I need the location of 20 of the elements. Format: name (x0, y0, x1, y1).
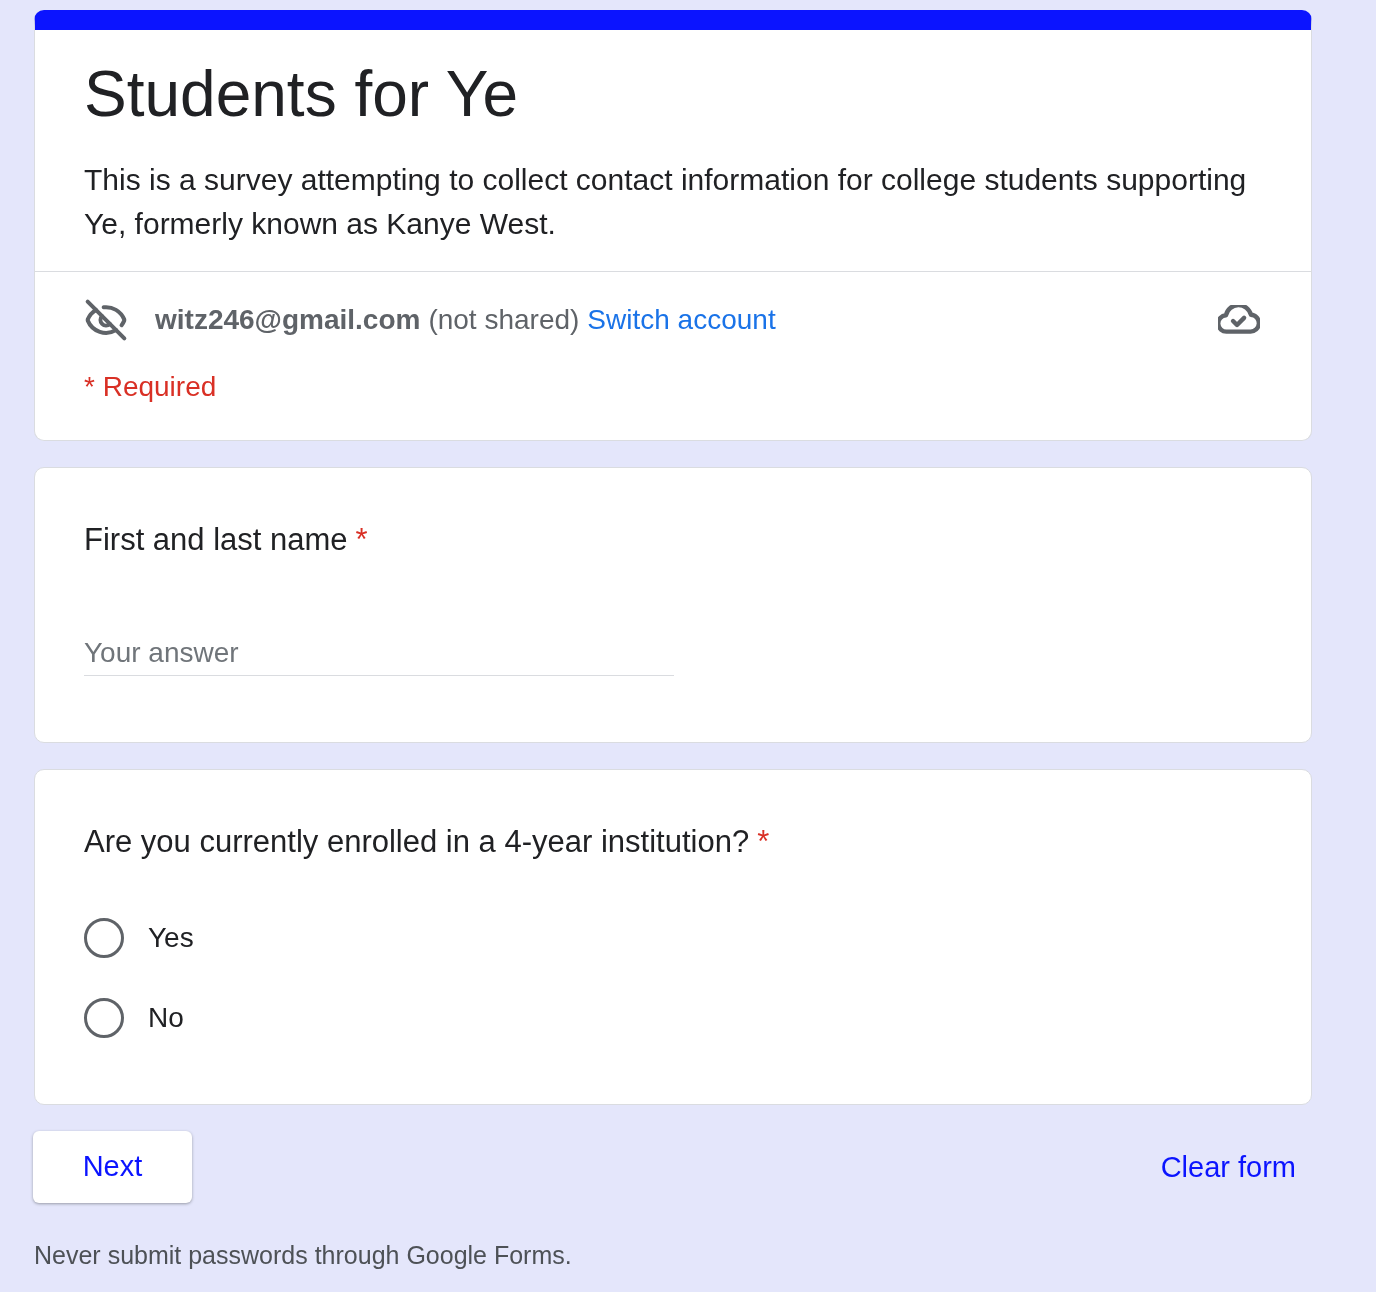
radio-button[interactable] (84, 918, 124, 958)
cloud-check-icon (1218, 305, 1260, 335)
required-asterisk: * (355, 522, 368, 558)
switch-account-link[interactable]: Switch account (587, 298, 776, 342)
form-title: Students for Ye (84, 57, 520, 131)
account-email: witz246@gmail.com (155, 303, 421, 337)
option-label: No (148, 1001, 184, 1035)
next-button[interactable]: Next (33, 1131, 192, 1203)
form-description: This is a survey attempting to collect contact information for college students supporting Ye, formerly known as Kanye West. (84, 162, 1248, 242)
required-asterisk: * (757, 824, 770, 860)
radio-button[interactable] (84, 998, 124, 1038)
footer-note: Never submit passwords through Google Forms. (34, 1241, 573, 1269)
option-label: Yes (148, 921, 194, 955)
crossed-eye-icon (84, 298, 128, 342)
question-title: First and last name (84, 522, 348, 558)
question-title: Are you currently enrolled in a 4-year institution? (84, 824, 750, 860)
required-note: * Required (84, 371, 218, 403)
answer-field[interactable]: Your answer (84, 631, 674, 676)
clear-form-button[interactable]: Clear form (1160, 1149, 1296, 1185)
privacy-note: (not shared) (428, 303, 580, 337)
